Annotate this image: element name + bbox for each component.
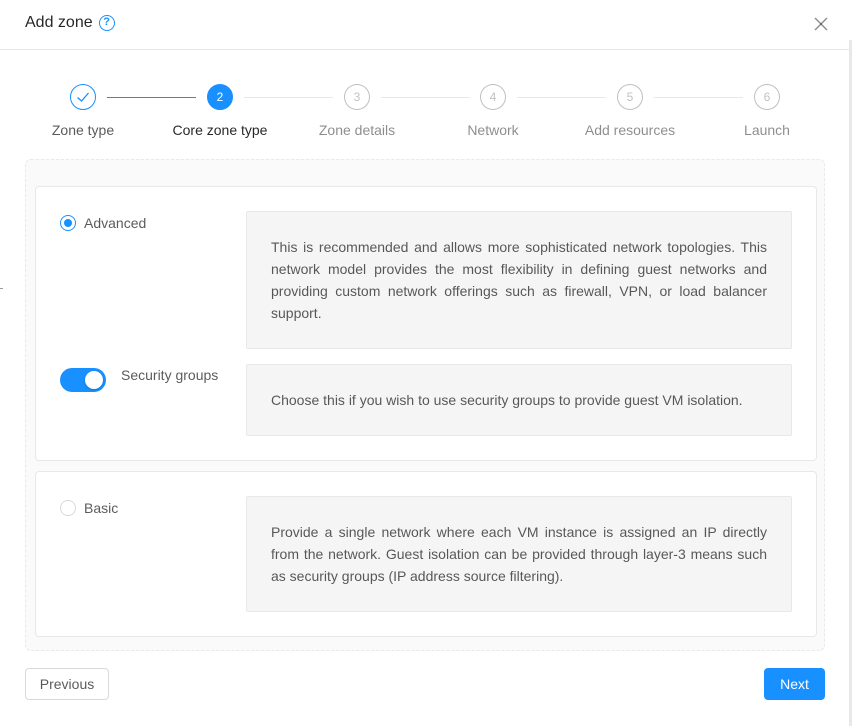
next-button[interactable]: Next: [764, 668, 825, 700]
close-button[interactable]: [810, 12, 832, 36]
close-icon: [814, 17, 828, 31]
step-3-label: Zone details: [318, 122, 396, 138]
question-circle-icon[interactable]: ?: [98, 15, 115, 31]
modal-title: Add zone ?: [25, 14, 115, 32]
advanced-radio[interactable]: Advanced: [60, 215, 146, 231]
advanced-description: This is recommended and allows more soph…: [246, 211, 792, 349]
advanced-option-card: Advanced This is recommended and allows …: [35, 186, 817, 461]
security-groups-toggle[interactable]: [60, 368, 106, 392]
step-connector-1: [107, 97, 196, 98]
basic-option-card: Basic Provide a single network where eac…: [35, 471, 817, 637]
modal-header: Add zone ?: [0, 0, 849, 50]
steps-progress: 2 3 4 5 6 Zone type Core zone type Zone …: [0, 84, 849, 140]
step-6-number: 6: [754, 84, 780, 110]
check-icon: [77, 92, 89, 102]
previous-button[interactable]: Previous: [25, 668, 109, 700]
step-connector-2: [244, 97, 333, 98]
step-2-number: 2: [207, 84, 233, 110]
step-5-number: 5: [617, 84, 643, 110]
step-1-check-icon: [70, 84, 96, 110]
toggle-knob: [85, 371, 103, 389]
advanced-radio-label: Advanced: [84, 215, 147, 231]
step-1-label: Zone type: [51, 122, 115, 138]
step-connector-3: [381, 97, 470, 98]
basic-radio-label: Basic: [84, 500, 119, 516]
background-divider: [0, 288, 3, 289]
step-connector-5: [654, 97, 743, 98]
security-groups-description: Choose this if you wish to use security …: [246, 364, 792, 436]
step-2-label: Core zone type: [172, 122, 268, 138]
step-4-number: 4: [480, 84, 506, 110]
add-zone-modal: Add zone ? 2 3 4 5 6 Zone type Core zone…: [0, 0, 852, 726]
step-connector-4: [517, 97, 606, 98]
step-3-number: 3: [344, 84, 370, 110]
zone-type-options-panel: Advanced This is recommended and allows …: [25, 159, 825, 651]
radio-checked-icon: [60, 215, 76, 231]
basic-radio[interactable]: Basic: [60, 500, 118, 516]
radio-unchecked-icon: [60, 500, 76, 516]
step-6-label: Launch: [744, 122, 790, 138]
security-groups-label: Security groups: [121, 367, 219, 383]
step-4-label: Network: [467, 122, 519, 138]
basic-description: Provide a single network where each VM i…: [246, 496, 792, 612]
step-5-label: Add resources: [584, 122, 676, 138]
modal-title-text: Add zone: [25, 14, 93, 31]
